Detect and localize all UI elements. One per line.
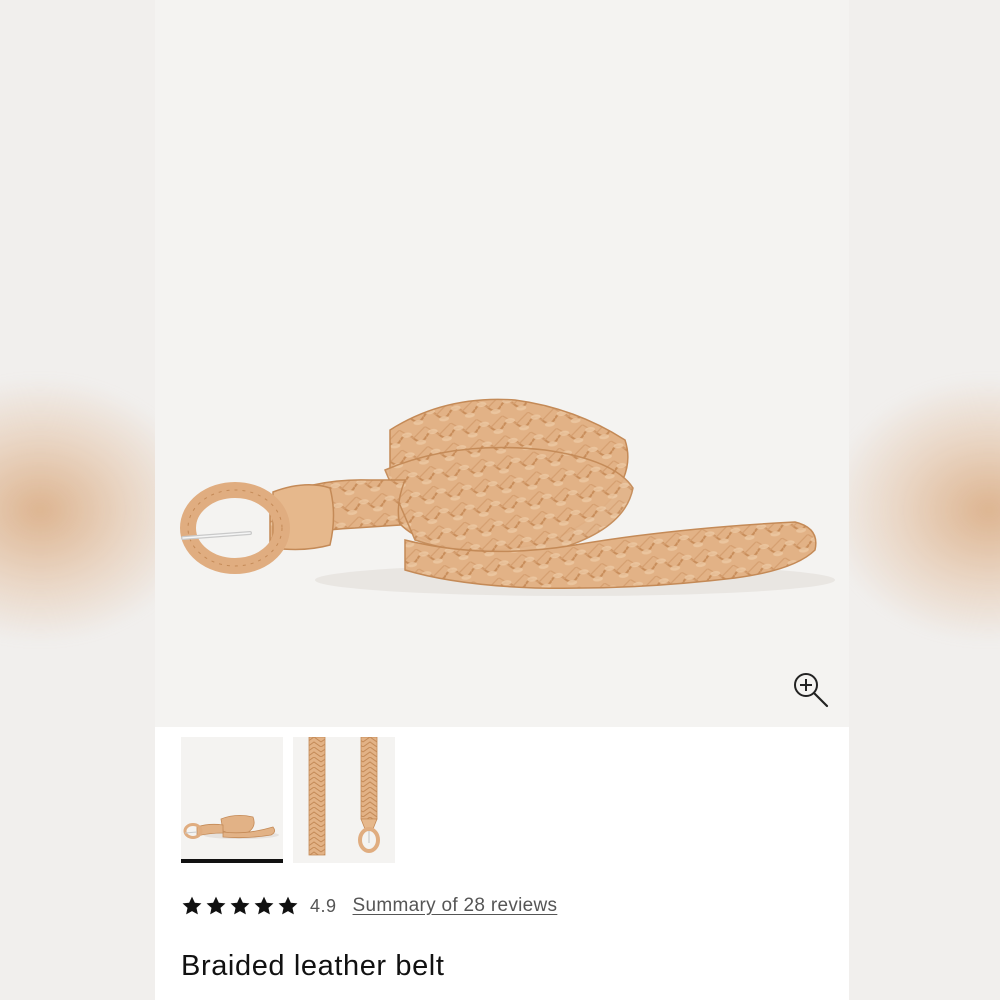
thumbnail-1[interactable]	[181, 737, 283, 863]
rating-row: 4.9 Summary of 28 reviews	[181, 890, 557, 922]
star-icon	[254, 896, 274, 915]
zoom-in-icon	[794, 673, 829, 708]
star-icon	[230, 896, 250, 915]
thumbnail-1-image	[183, 815, 279, 839]
product-hero-image	[155, 0, 849, 727]
thumbnail-2-image	[308, 737, 380, 856]
reviews-summary-link[interactable]: Summary of 28 reviews	[353, 895, 558, 917]
star-rating	[181, 895, 299, 917]
star-icon	[182, 896, 202, 915]
belt-image	[180, 398, 835, 596]
star-icon	[278, 896, 298, 915]
selected-thumbnail-indicator	[181, 859, 283, 863]
star-icon	[206, 896, 226, 915]
product-title: Braided leather belt	[181, 950, 445, 982]
zoom-in-button[interactable]	[789, 668, 833, 712]
product-panel: 4.9 Summary of 28 reviews Braided leathe…	[155, 0, 849, 1000]
rating-value: 4.9	[310, 895, 337, 916]
thumbnail-2[interactable]	[293, 737, 395, 863]
blurred-backdrop-right	[849, 0, 1000, 1000]
blurred-backdrop-left	[0, 0, 155, 1000]
